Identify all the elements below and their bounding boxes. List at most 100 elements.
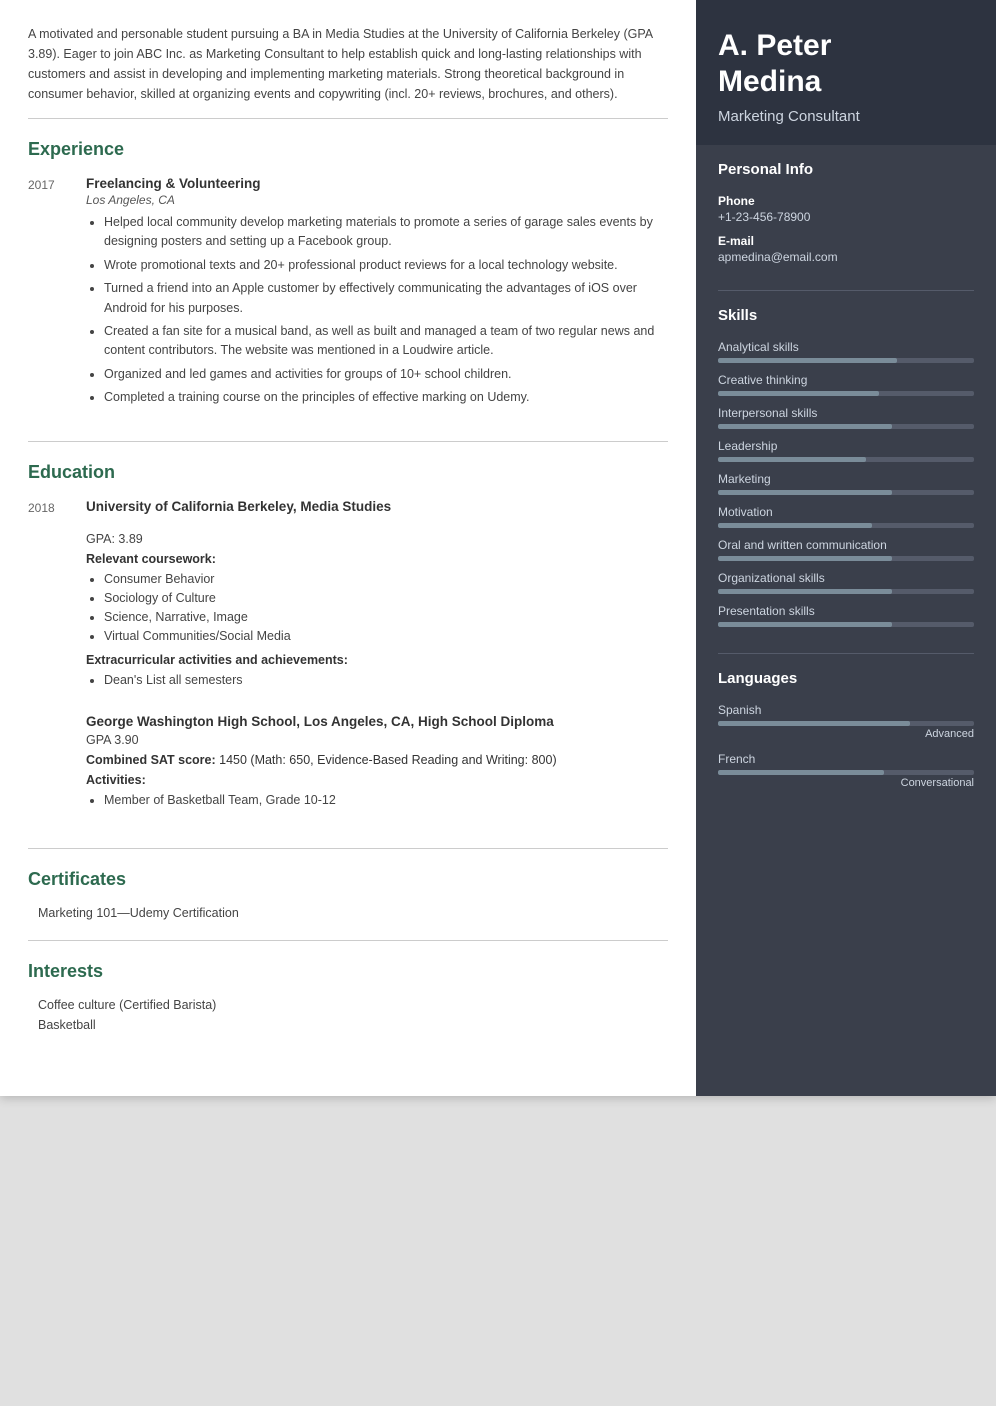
edu-year	[28, 714, 68, 818]
language-bar-bg	[718, 721, 974, 726]
skill-bar-fill	[718, 358, 897, 363]
skill-bar-bg	[718, 424, 974, 429]
edu-content: University of California Berkeley, Media…	[86, 499, 668, 698]
skill-name: Organizational skills	[718, 571, 974, 585]
edu-gpa: GPA 3.90	[86, 733, 668, 747]
skill-name: Leadership	[718, 439, 974, 453]
language-item: Spanish Advanced	[718, 703, 974, 740]
language-bar-bg	[718, 770, 974, 775]
list-item: Completed a training course on the princ…	[104, 388, 668, 407]
experience-title: Experience	[28, 139, 668, 164]
list-item: Helped local community develop marketing…	[104, 213, 668, 252]
edu-year: 2018	[28, 499, 68, 698]
list-item: Consumer Behavior	[104, 570, 668, 589]
certificate-item: Marketing 101—Udemy Certification	[28, 906, 668, 920]
phone-value: +1-23-456-78900	[718, 210, 974, 224]
skill-item: Motivation	[718, 505, 974, 528]
exp-title: Freelancing & Volunteering	[86, 176, 668, 191]
skill-bar-bg	[718, 457, 974, 462]
skill-bar-bg	[718, 556, 974, 561]
sat-score: Combined SAT score: 1450 (Math: 650, Evi…	[86, 753, 668, 767]
list-item: Sociology of Culture	[104, 589, 668, 608]
language-level: Conversational	[718, 777, 974, 789]
list-item: Science, Narrative, Image	[104, 608, 668, 627]
activities-label: Activities:	[86, 773, 668, 787]
personal-info-title: Personal Info	[718, 161, 974, 182]
experience-entry: 2017 Freelancing & Volunteering Los Angele…	[28, 176, 668, 411]
experience-section: Experience 2017 Freelancing & Volunteerin…	[28, 139, 668, 442]
skill-bar-fill	[718, 457, 866, 462]
candidate-name: A. Peter Medina	[718, 28, 974, 100]
skill-bar-bg	[718, 358, 974, 363]
certificates-section: Certificates Marketing 101—Udemy Certifi…	[28, 869, 668, 941]
exp-bullets: Helped local community develop marketing…	[86, 213, 668, 407]
certificates-title: Certificates	[28, 869, 668, 894]
interest-item: Basketball	[28, 1018, 668, 1032]
list-item: Member of Basketball Team, Grade 10-12	[104, 791, 668, 810]
exp-year: 2017	[28, 176, 68, 411]
skill-bar-fill	[718, 490, 892, 495]
email-value: apmedina@email.com	[718, 250, 974, 264]
interests-title: Interests	[28, 961, 668, 986]
language-bar-fill	[718, 721, 910, 726]
language-name: French	[718, 752, 974, 766]
skill-item: Oral and written communication	[718, 538, 974, 561]
skill-name: Marketing	[718, 472, 974, 486]
edu-gpa: GPA: 3.89	[86, 532, 668, 546]
language-level: Advanced	[718, 728, 974, 740]
interest-item: Coffee culture (Certified Barista)	[28, 998, 668, 1012]
left-column: A motivated and personable student pursu…	[0, 0, 696, 1096]
extracurricular-label: Extracurricular activities and achieveme…	[86, 653, 668, 667]
skill-item: Analytical skills	[718, 340, 974, 363]
skill-name: Presentation skills	[718, 604, 974, 618]
skills-title: Skills	[718, 307, 974, 328]
skill-name: Interpersonal skills	[718, 406, 974, 420]
coursework-label: Relevant coursework:	[86, 552, 668, 566]
skill-bar-bg	[718, 622, 974, 627]
skill-bar-fill	[718, 391, 879, 396]
skill-item: Interpersonal skills	[718, 406, 974, 429]
skill-item: Creative thinking	[718, 373, 974, 396]
language-item: French Conversational	[718, 752, 974, 789]
list-item: Created a fan site for a musical band, a…	[104, 322, 668, 361]
skill-bar-fill	[718, 424, 892, 429]
skill-name: Oral and written communication	[718, 538, 974, 552]
right-column: A. Peter Medina Marketing Consultant Per…	[696, 0, 996, 1096]
skill-bar-bg	[718, 523, 974, 528]
skill-item: Marketing	[718, 472, 974, 495]
exp-location: Los Angeles, CA	[86, 193, 668, 207]
personal-info-section: Personal Info Phone +1-23-456-78900 E-ma…	[696, 145, 996, 290]
skill-bar-bg	[718, 589, 974, 594]
exp-content: Freelancing & Volunteering Los Angeles, C…	[86, 176, 668, 411]
skill-name: Analytical skills	[718, 340, 974, 354]
candidate-title: Marketing Consultant	[718, 108, 974, 125]
skill-bar-fill	[718, 589, 892, 594]
edu-title: George Washington High School, Los Angel…	[86, 714, 668, 729]
skill-item: Leadership	[718, 439, 974, 462]
email-label: E-mail	[718, 234, 974, 248]
activities-list: Member of Basketball Team, Grade 10-12	[86, 791, 668, 810]
skill-item: Organizational skills	[718, 571, 974, 594]
list-item: Wrote promotional texts and 20+ professi…	[104, 256, 668, 275]
skills-section: Skills Analytical skills Creative thinkin…	[696, 291, 996, 653]
skill-bar-fill	[718, 523, 872, 528]
skill-bar-bg	[718, 490, 974, 495]
list-item: Organized and led games and activities f…	[104, 365, 668, 384]
education-entry: George Washington High School, Los Angel…	[28, 714, 668, 818]
right-header: A. Peter Medina Marketing Consultant	[696, 0, 996, 145]
summary-text: A motivated and personable student pursu…	[28, 24, 668, 119]
coursework-list: Consumer BehaviorSociology of CultureSci…	[86, 570, 668, 645]
education-title: Education	[28, 462, 668, 487]
edu-content: George Washington High School, Los Angel…	[86, 714, 668, 818]
skill-bar-fill	[718, 556, 892, 561]
language-bar-fill	[718, 770, 884, 775]
skill-bar-bg	[718, 391, 974, 396]
languages-section: Languages SpanishAdvancedFrenchConversat…	[696, 654, 996, 817]
language-name: Spanish	[718, 703, 974, 717]
education-section: Education 2018 University of California B…	[28, 462, 668, 849]
education-entry: 2018 University of California Berkeley, M…	[28, 499, 668, 698]
resume-wrapper: A motivated and personable student pursu…	[0, 0, 996, 1096]
skill-name: Motivation	[718, 505, 974, 519]
skill-item: Presentation skills	[718, 604, 974, 627]
list-item: Dean's List all semesters	[104, 671, 668, 690]
